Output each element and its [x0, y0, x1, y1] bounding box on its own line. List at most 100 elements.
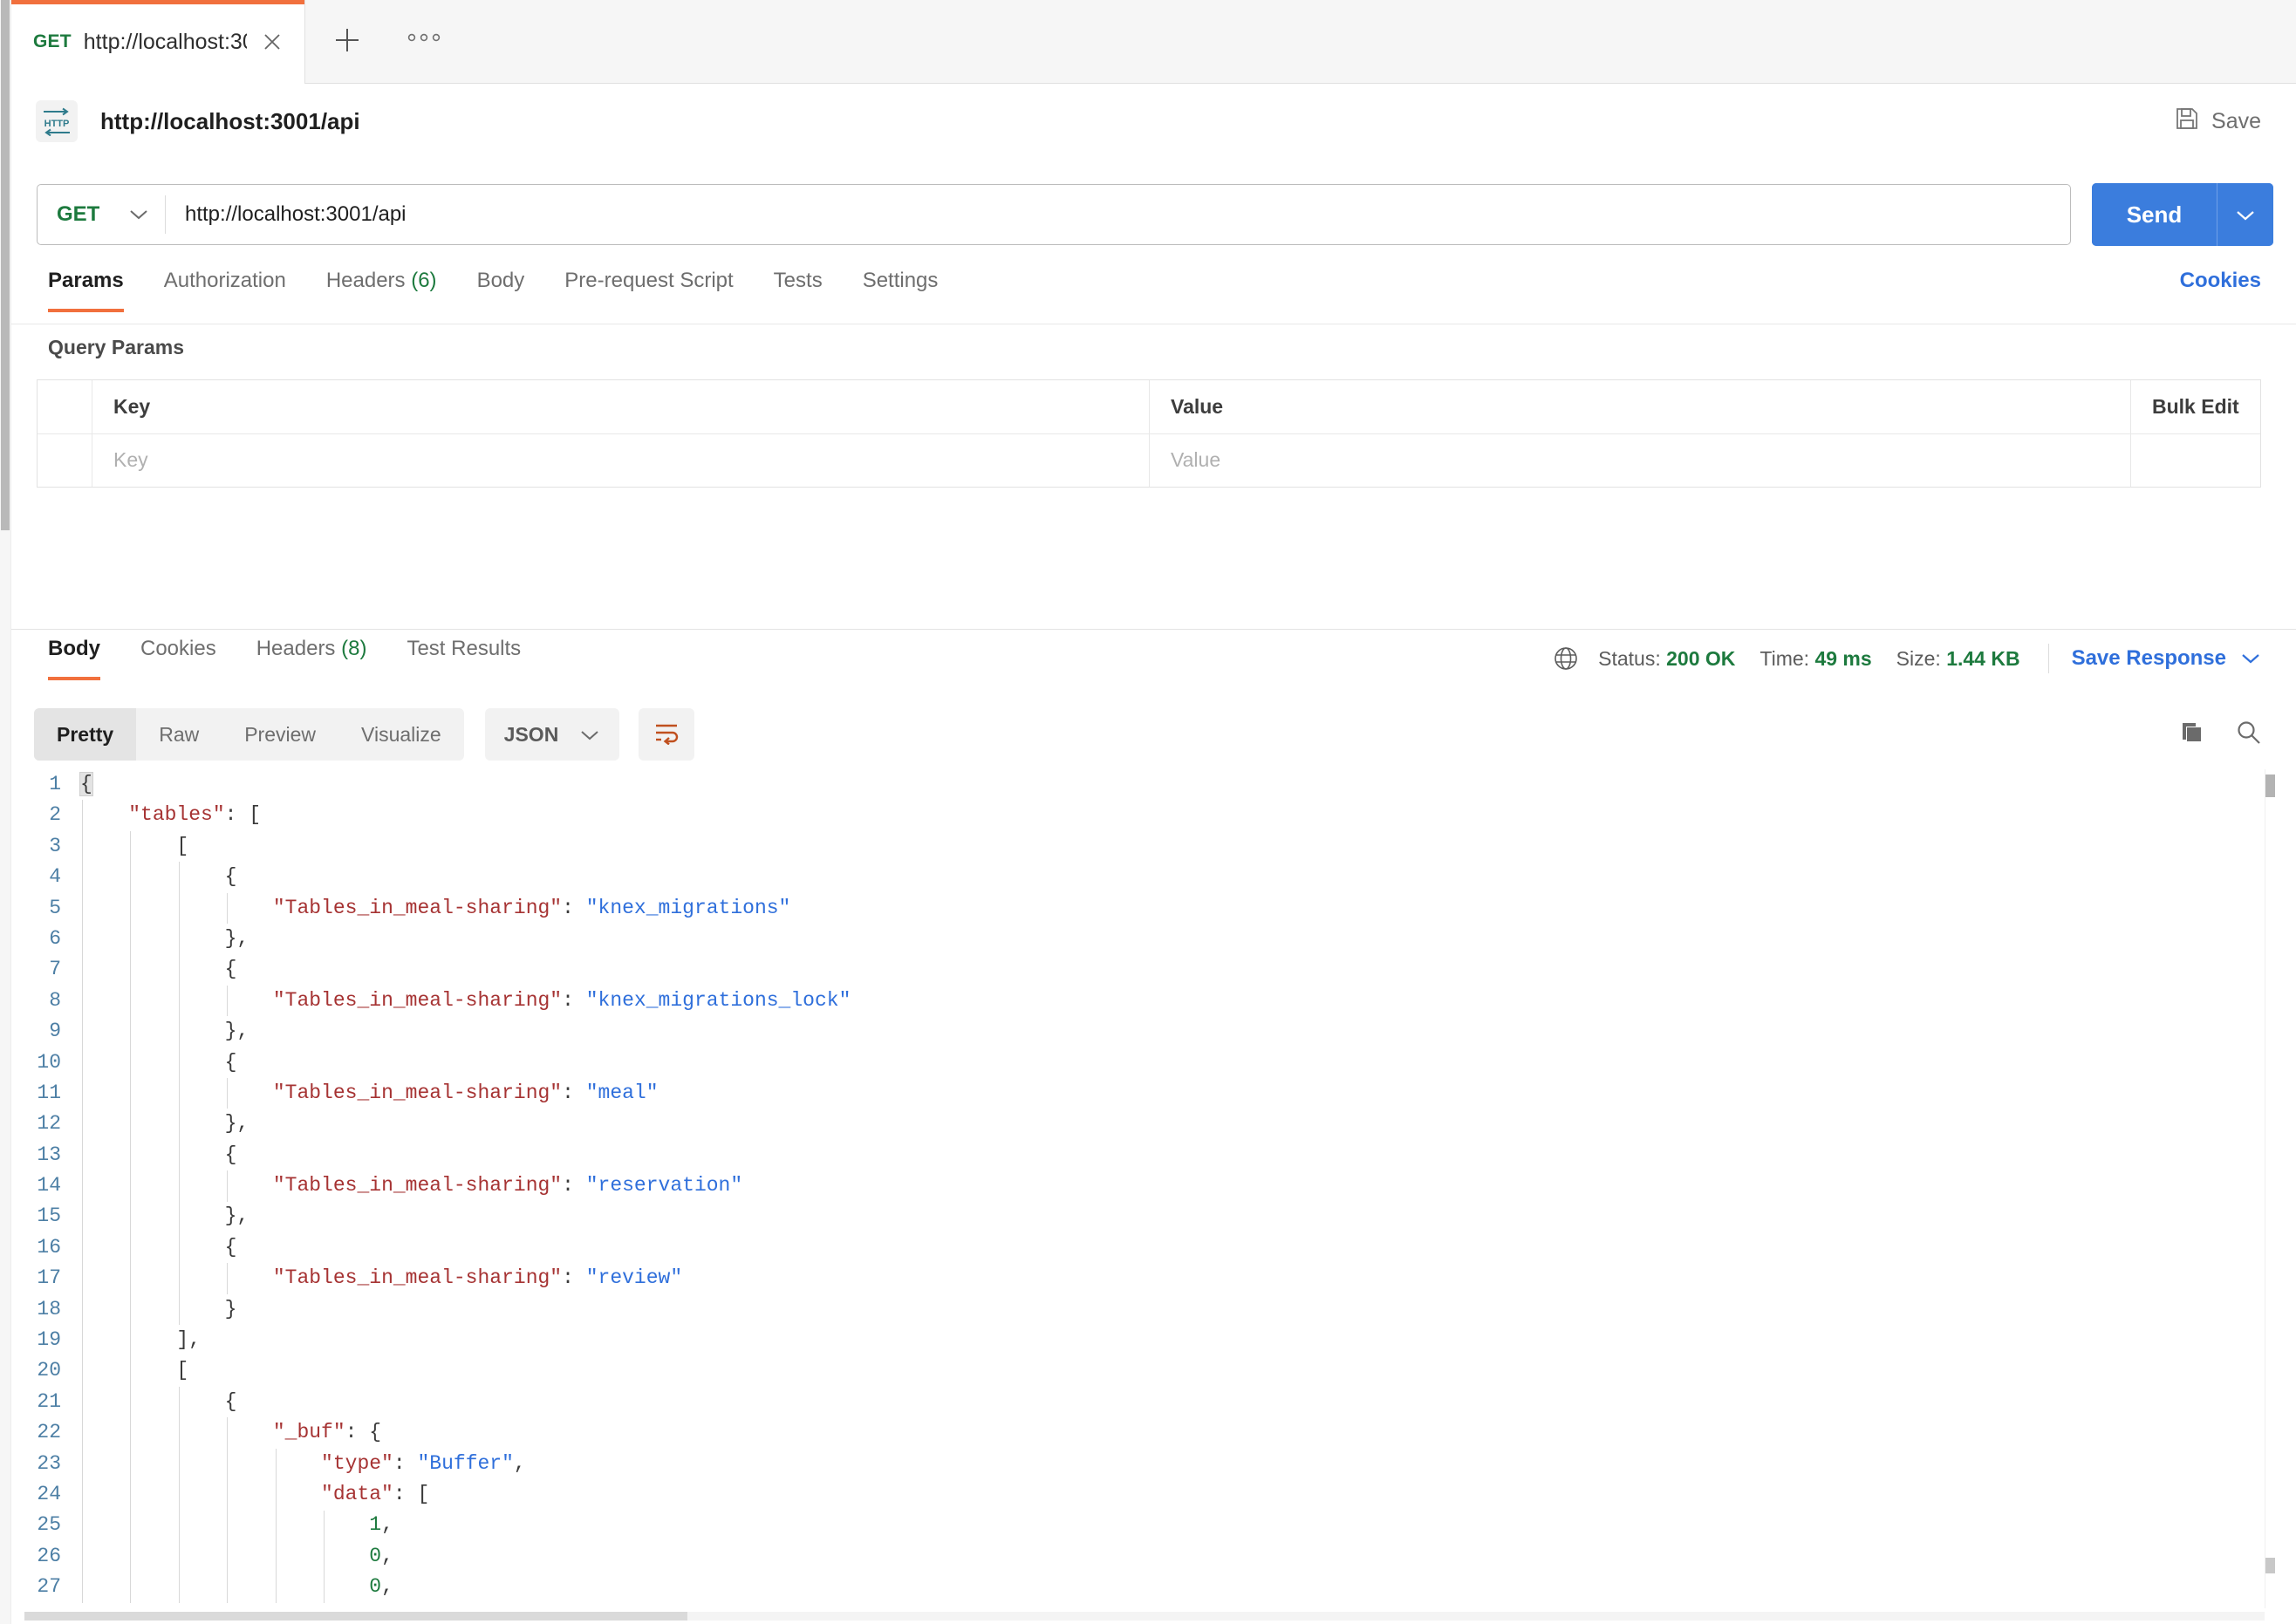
code-token: 0 — [369, 1575, 381, 1598]
http-method-select[interactable]: GET — [38, 185, 165, 244]
code-line: 10 { — [24, 1047, 2277, 1078]
response-tab-body[interactable]: Body — [48, 630, 100, 680]
response-format-select[interactable]: JSON — [485, 708, 620, 761]
code-line-text: 1, — [80, 1510, 393, 1540]
code-token: }, — [225, 1204, 249, 1227]
http-protocol-icon: HTTP — [36, 100, 78, 142]
response-tab-test-results[interactable]: Test Results — [407, 630, 521, 680]
copy-icon[interactable] — [2179, 720, 2205, 750]
response-tab-headers[interactable]: Headers (8) — [256, 630, 367, 680]
code-token: : — [562, 1082, 586, 1104]
tab-label: Headers — [326, 269, 406, 292]
code-horizontal-scrollbar-thumb[interactable] — [24, 1612, 687, 1621]
request-tab-params[interactable]: Params — [48, 262, 124, 312]
close-icon[interactable] — [259, 29, 285, 55]
size-value: 1.44 KB — [1946, 647, 2019, 670]
line-number: 12 — [24, 1109, 80, 1139]
cookies-link[interactable]: Cookies — [2180, 262, 2261, 293]
request-tab-method: GET — [33, 31, 72, 52]
code-token: : [ — [393, 1483, 429, 1505]
code-token: , — [381, 1545, 393, 1567]
word-wrap-toggle[interactable] — [639, 708, 694, 761]
code-line: 8 "Tables_in_meal-sharing": "knex_migrat… — [24, 986, 2277, 1016]
tab-more-options-icon[interactable] — [389, 0, 459, 83]
code-line-text: { — [80, 862, 236, 892]
send-options-caret-icon[interactable] — [2217, 183, 2273, 246]
code-vertical-scrollbar[interactable] — [2265, 769, 2277, 1608]
request-tab-authorization[interactable]: Authorization — [164, 262, 286, 312]
response-tab-cookies[interactable]: Cookies — [140, 630, 216, 680]
code-token: "knex_migrations" — [586, 897, 791, 919]
request-tab-pre-request-script[interactable]: Pre-request Script — [564, 262, 733, 312]
view-mode-preview[interactable]: Preview — [222, 708, 338, 761]
tab-label: Tests — [774, 269, 823, 292]
view-mode-visualize[interactable]: Visualize — [338, 708, 464, 761]
tab-label: Test Results — [407, 637, 521, 660]
request-tab-settings[interactable]: Settings — [863, 262, 939, 312]
json-code-block[interactable]: 1{2 "tables": [3 [4 {5 "Tables_in_meal-s… — [24, 769, 2277, 1603]
code-horizontal-scrollbar[interactable] — [24, 1612, 2265, 1621]
request-tab-body[interactable]: Body — [477, 262, 525, 312]
code-line: 25 1, — [24, 1510, 2277, 1540]
code-token: , — [514, 1452, 526, 1475]
line-number: 10 — [24, 1047, 80, 1078]
code-line: 14 "Tables_in_meal-sharing": "reservatio… — [24, 1170, 2277, 1201]
param-key-input[interactable]: Key — [92, 434, 1150, 488]
code-line: 18 } — [24, 1294, 2277, 1325]
code-scrollbar-thumb[interactable] — [2265, 774, 2275, 797]
word-wrap-icon — [653, 720, 680, 749]
meta-divider — [2048, 644, 2049, 673]
row-actions-cell — [2131, 434, 2260, 488]
response-body-viewer[interactable]: 1{2 "tables": [3 [4 {5 "Tables_in_meal-s… — [24, 769, 2277, 1608]
line-number: 23 — [24, 1449, 80, 1479]
tab-count: (8) — [341, 637, 366, 660]
code-line: 2 "tables": [ — [24, 800, 2277, 830]
code-line-text: }, — [80, 1201, 249, 1232]
request-tab-headers[interactable]: Headers (6) — [326, 262, 437, 312]
request-tab[interactable]: GET http://localhost:3001/ — [11, 0, 305, 84]
save-button[interactable]: Save — [2175, 106, 2261, 137]
url-box: GET http://localhost:3001/api — [37, 184, 2071, 245]
tab-label: Cookies — [140, 637, 216, 660]
code-token: }, — [225, 1112, 249, 1135]
line-number: 7 — [24, 954, 80, 985]
param-value-input[interactable]: Value — [1150, 434, 2131, 488]
code-token: "type" — [321, 1452, 393, 1475]
code-line: 4 { — [24, 862, 2277, 892]
chevron-down-icon — [128, 202, 149, 227]
line-number: 22 — [24, 1417, 80, 1448]
view-mode-pretty[interactable]: Pretty — [34, 708, 136, 761]
request-tab-title: http://localhost:3001/ — [84, 30, 247, 55]
tab-label: Params — [48, 269, 124, 292]
url-bar-row: GET http://localhost:3001/api Send — [11, 174, 2296, 255]
code-token: : { — [345, 1421, 381, 1443]
request-tab-tests[interactable]: Tests — [774, 262, 823, 312]
new-tab-button[interactable] — [305, 0, 389, 83]
url-input[interactable]: http://localhost:3001/api — [166, 185, 2070, 244]
time-badge: Time: 49 ms — [1760, 647, 1871, 671]
code-token: "Tables_in_meal-sharing" — [273, 897, 562, 919]
send-button[interactable]: Send — [2092, 183, 2217, 246]
row-checkbox-cell[interactable] — [38, 434, 92, 488]
code-line-text: { — [80, 1047, 236, 1078]
select-all-checkbox-cell[interactable] — [38, 380, 92, 433]
code-line: 12 }, — [24, 1109, 2277, 1139]
code-scrollbar-thumb-bottom[interactable] — [2265, 1558, 2275, 1573]
view-mode-raw[interactable]: Raw — [136, 708, 222, 761]
line-number: 17 — [24, 1263, 80, 1293]
body-toolbar-actions — [2179, 719, 2263, 751]
tab-count: (6) — [411, 269, 436, 292]
save-response-button[interactable]: Save Response — [2072, 646, 2261, 671]
status-label: Status: — [1598, 647, 1661, 670]
panel-splitter[interactable] — [11, 622, 2296, 629]
code-token: }, — [225, 927, 249, 950]
bulk-edit-button[interactable]: Bulk Edit — [2131, 380, 2260, 433]
query-params-title: Query Params — [48, 336, 184, 359]
code-line: 24 "data": [ — [24, 1479, 2277, 1510]
code-line-text: "Tables_in_meal-sharing": "reservation" — [80, 1170, 742, 1201]
tab-label: Headers — [256, 637, 336, 660]
page-scrollbar[interactable] — [0, 0, 11, 1624]
page-scrollbar-thumb[interactable] — [1, 0, 10, 530]
code-token: "Buffer" — [417, 1452, 513, 1475]
search-icon[interactable] — [2235, 719, 2263, 751]
